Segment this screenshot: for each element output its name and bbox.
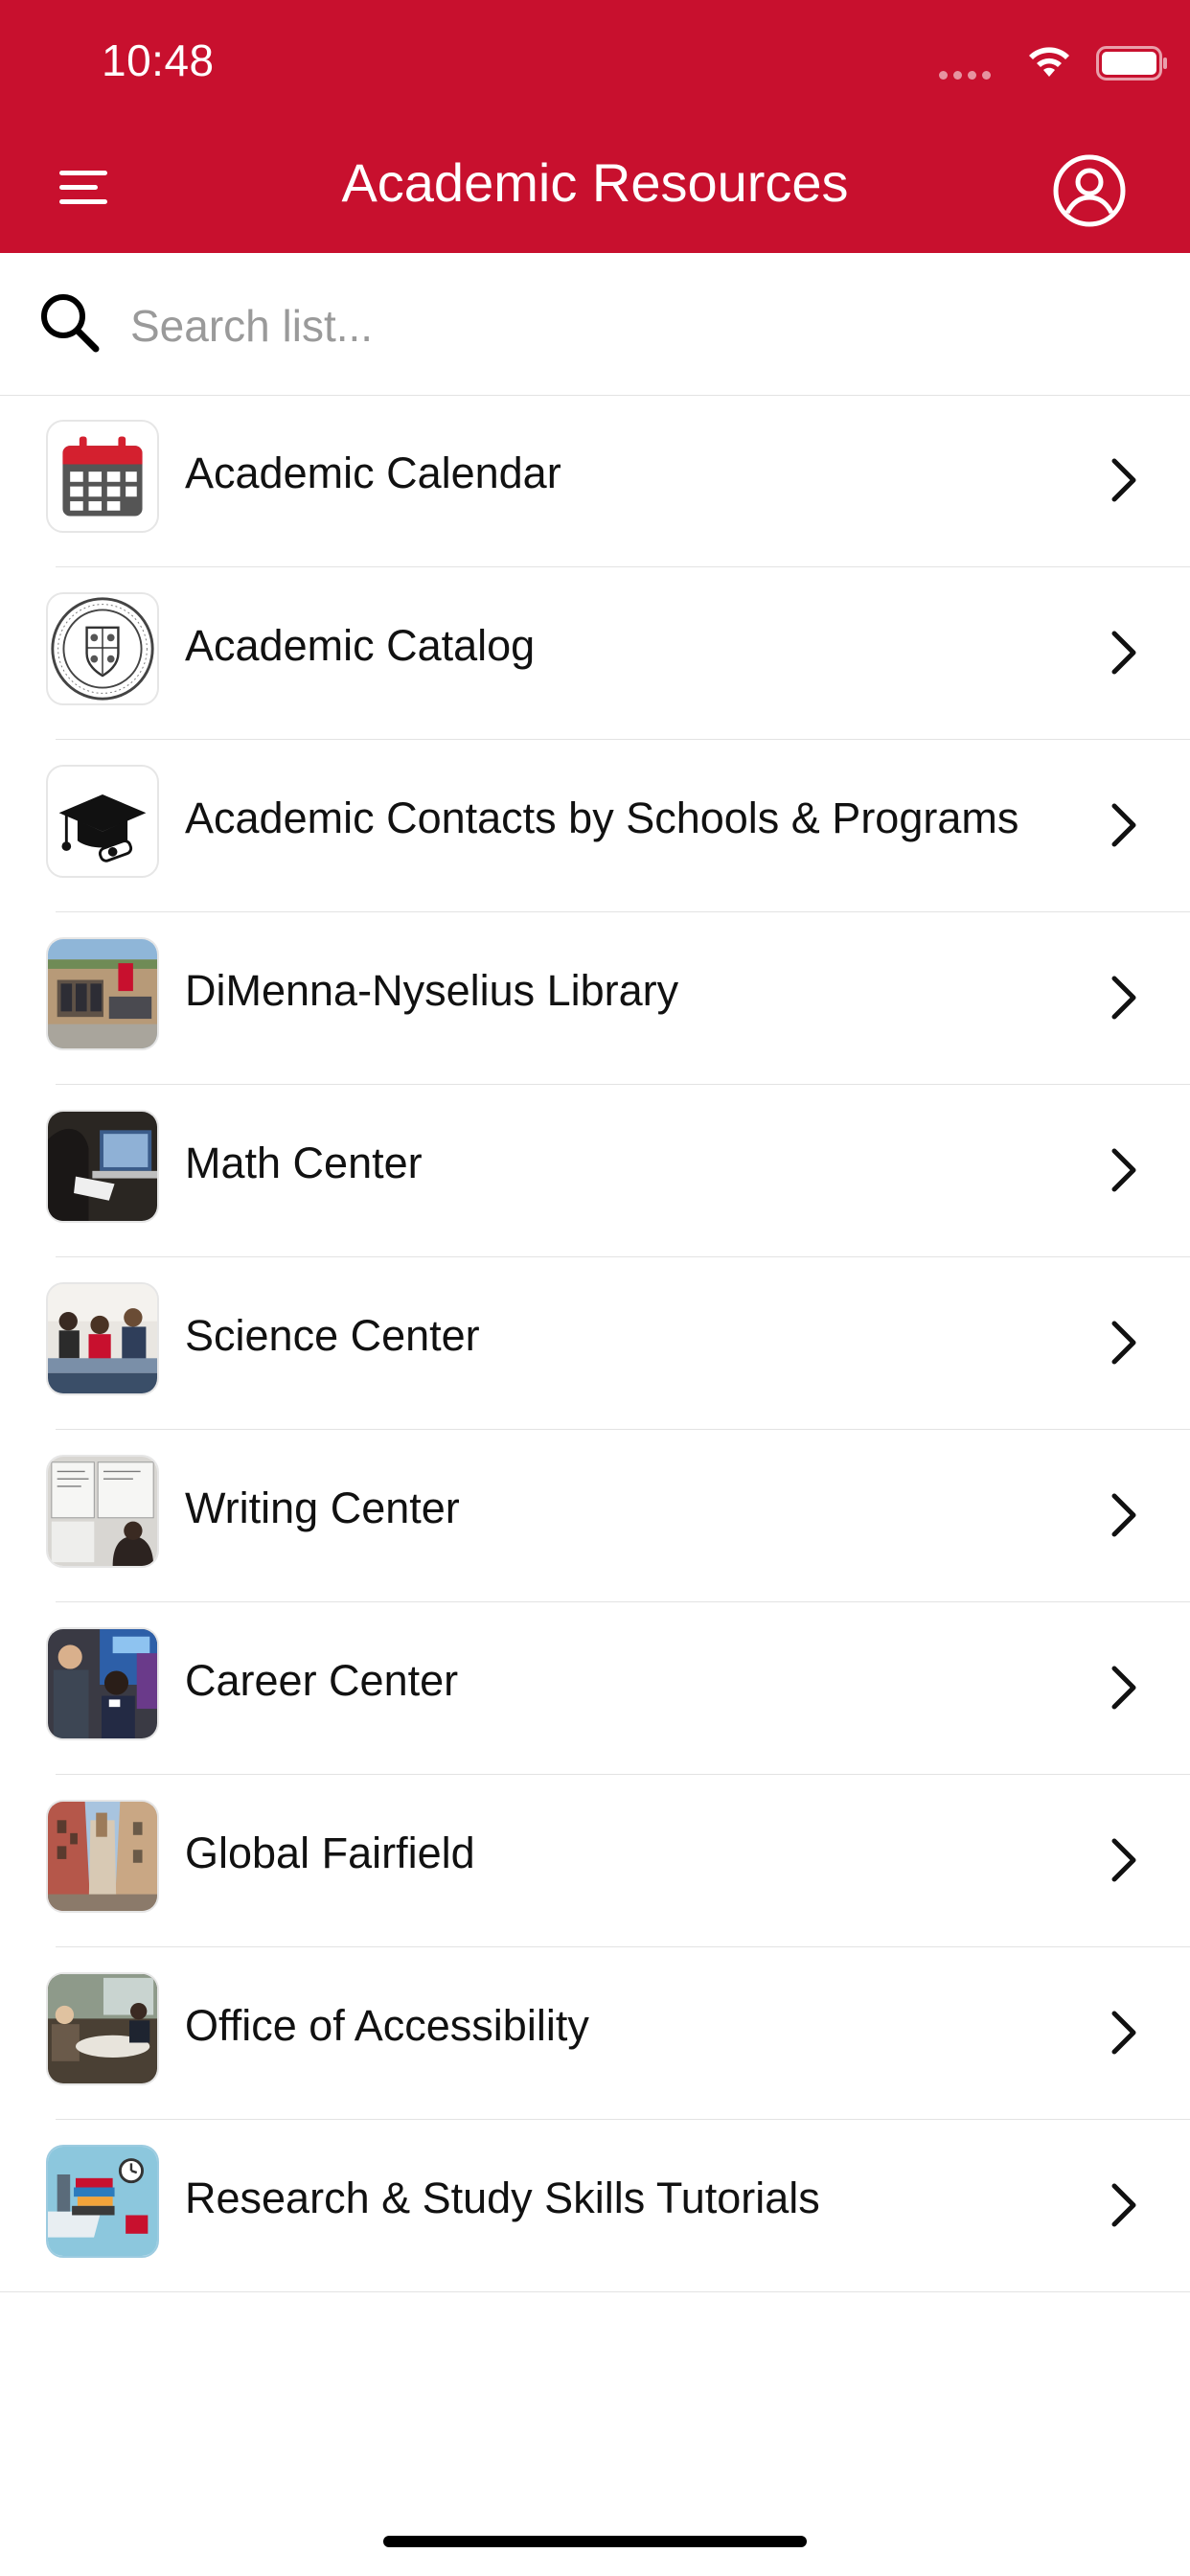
chevron-right-icon — [1111, 1666, 1136, 1710]
list-item-label: Academic Calendar — [185, 448, 561, 497]
list-item-science-center[interactable]: Science Center — [0, 1257, 1190, 1430]
list-item-label: Academic Contacts by Schools & Programs — [185, 794, 1019, 842]
search-icon — [41, 294, 100, 353]
list-item-label: Math Center — [185, 1138, 423, 1187]
user-circle-icon[interactable] — [1052, 153, 1127, 228]
list-item-research-tutorials[interactable]: Research & Study Skills Tutorials — [0, 2120, 1190, 2292]
chevron-right-icon — [1111, 631, 1136, 675]
career-center-photo — [46, 1627, 159, 1740]
battery-icon — [1096, 46, 1167, 80]
list-item-academic-calendar[interactable]: Academic Calendar — [0, 395, 1190, 567]
calendar-icon — [46, 420, 159, 533]
chevron-right-icon — [1111, 2183, 1136, 2227]
list-item-label: DiMenna-Nyselius Library — [185, 966, 679, 1015]
chevron-right-icon — [1111, 2011, 1136, 2055]
list-item-writing-center[interactable]: Writing Center — [0, 1430, 1190, 1602]
math-center-photo — [46, 1110, 159, 1223]
chevron-right-icon — [1111, 976, 1136, 1020]
list-item-academic-catalog[interactable]: Academic Catalog — [0, 567, 1190, 740]
cellular-signal-icon — [939, 71, 993, 82]
chevron-right-icon — [1111, 803, 1136, 847]
list-item-academic-contacts[interactable]: Academic Contacts by Schools & Programs — [0, 740, 1190, 912]
list-item-label: Academic Catalog — [185, 621, 536, 670]
writing-center-photo — [46, 1455, 159, 1568]
list-item-math-center[interactable]: Math Center — [0, 1085, 1190, 1257]
chevron-right-icon — [1111, 1321, 1136, 1365]
chevron-right-icon — [1111, 1838, 1136, 1882]
list-item-library[interactable]: DiMenna-Nyselius Library — [0, 912, 1190, 1085]
home-indicator[interactable] — [383, 2536, 807, 2547]
list-item-office-of-accessibility[interactable]: Office of Accessibility — [0, 1947, 1190, 2120]
list-item-label: Science Center — [185, 1311, 480, 1360]
list-item-label: Research & Study Skills Tutorials — [185, 2174, 820, 2222]
chevron-right-icon — [1111, 458, 1136, 502]
page-title: Academic Resources — [341, 152, 849, 213]
graduation-cap-icon — [46, 765, 159, 878]
chevron-right-icon — [1111, 1493, 1136, 1537]
status-time: 10:48 — [102, 35, 215, 85]
list-item-label: Career Center — [185, 1656, 459, 1705]
app-header: 10:48 Academic Resources — [0, 0, 1190, 253]
search-bar — [0, 253, 1190, 396]
wifi-icon — [1029, 47, 1069, 77]
list-item-label: Global Fairfield — [185, 1828, 475, 1877]
science-center-photo — [46, 1282, 159, 1395]
list-item-label: Office of Accessibility — [185, 2001, 589, 2050]
university-seal-icon — [46, 592, 159, 705]
list-item-global-fairfield[interactable]: Global Fairfield — [0, 1775, 1190, 1947]
list-item-label: Writing Center — [185, 1484, 460, 1532]
accessibility-office-photo — [46, 1972, 159, 2085]
research-tutorials-illustration — [46, 2145, 159, 2258]
global-fairfield-photo — [46, 1800, 159, 1913]
search-input[interactable] — [128, 291, 1148, 360]
resource-list: Academic Calendar Academic Catalog Acade… — [0, 395, 1190, 2292]
library-photo — [46, 937, 159, 1050]
list-item-career-center[interactable]: Career Center — [0, 1602, 1190, 1775]
chevron-right-icon — [1111, 1148, 1136, 1192]
